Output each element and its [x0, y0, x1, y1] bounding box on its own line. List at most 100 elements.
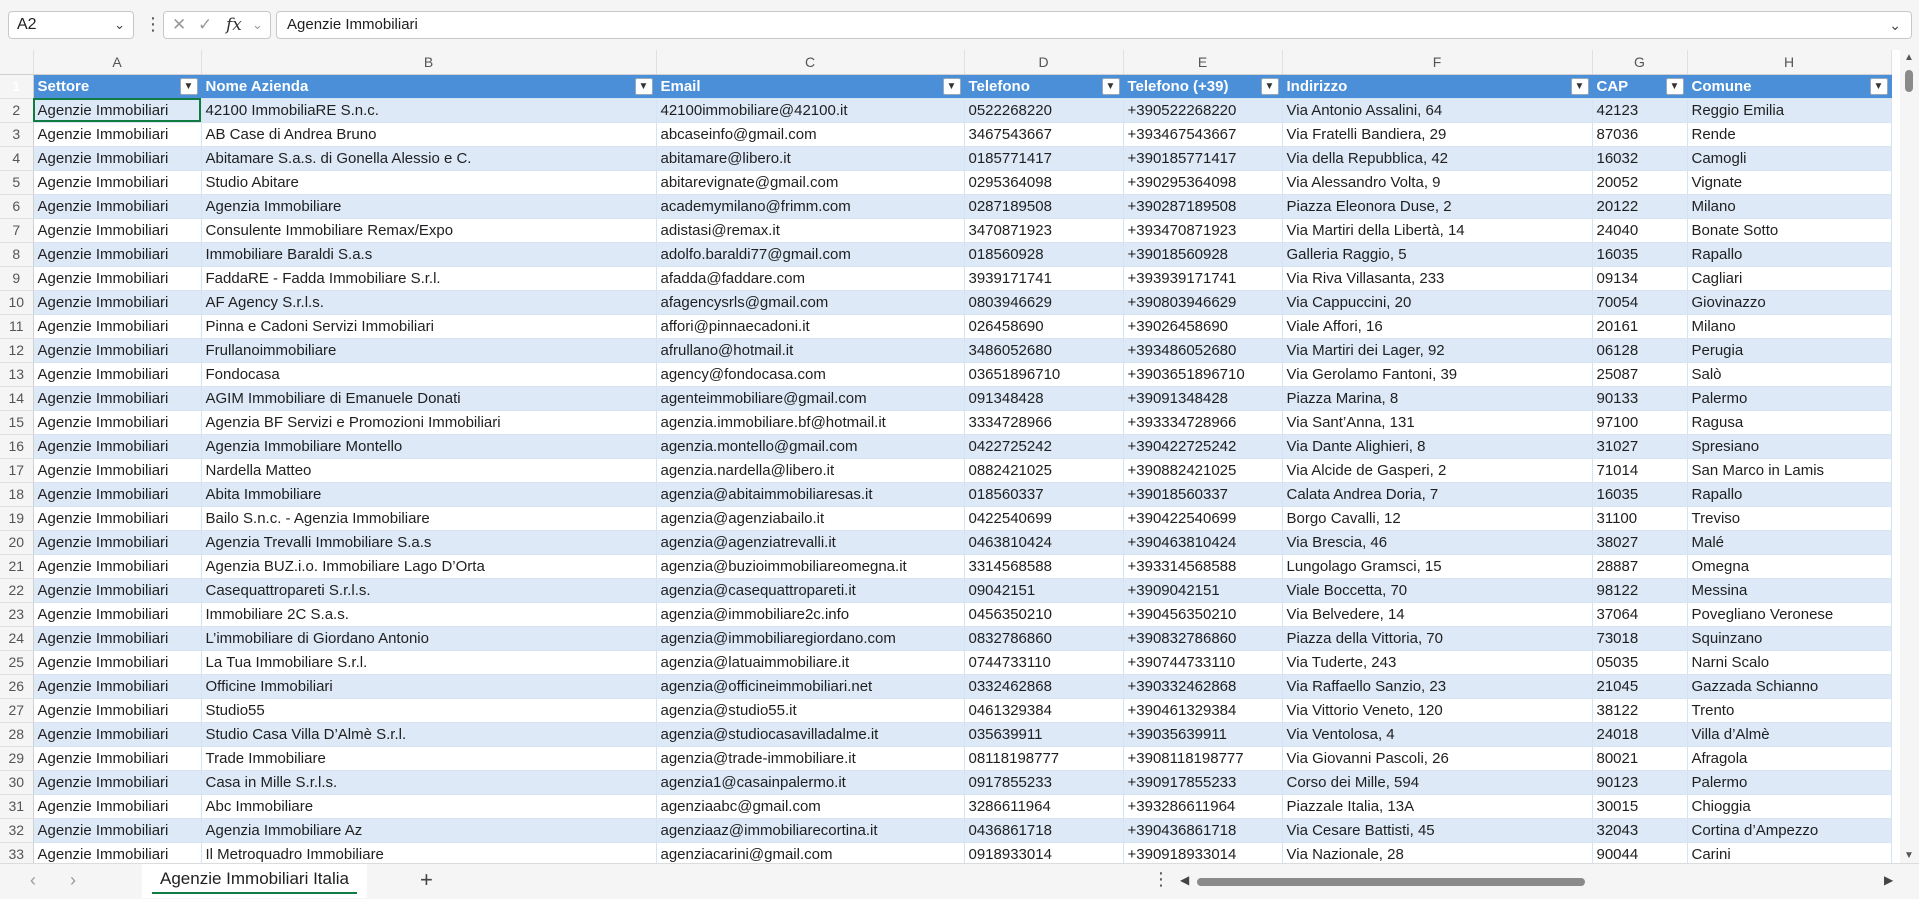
- cell[interactable]: Via Cappuccini, 20: [1282, 290, 1593, 315]
- cell[interactable]: +390744733110: [1123, 650, 1283, 675]
- row-number[interactable]: 11: [0, 314, 34, 339]
- close-icon[interactable]: ✕: [172, 12, 186, 38]
- cell[interactable]: Agenzie Immobiliari: [33, 386, 202, 411]
- cell[interactable]: Afragola: [1687, 746, 1892, 771]
- name-box[interactable]: A2 ⌄: [8, 11, 134, 39]
- cell[interactable]: agenzia@trade-immobiliare.it: [656, 746, 965, 771]
- cell[interactable]: agenzia@studiocasavilladalme.it: [656, 722, 965, 747]
- cell[interactable]: +393939171741: [1123, 266, 1283, 291]
- cell[interactable]: +39026458690: [1123, 314, 1283, 339]
- cell[interactable]: Chioggia: [1687, 794, 1892, 819]
- expand-formula-icon[interactable]: ⌄: [1889, 12, 1901, 38]
- cell[interactable]: +393486052680: [1123, 338, 1283, 363]
- row-number[interactable]: 22: [0, 578, 34, 603]
- next-sheet-icon[interactable]: ›: [70, 870, 76, 891]
- cell[interactable]: Spresiano: [1687, 434, 1892, 459]
- cell[interactable]: Agenzia BUZ.i.o. Immobiliare Lago D’Orta: [201, 554, 657, 579]
- cell[interactable]: agenzia.montello@gmail.com: [656, 434, 965, 459]
- filter-dropdown-icon[interactable]: ▼: [1869, 77, 1888, 95]
- cell[interactable]: Bailo S.n.c. - Agenzia Immobiliare: [201, 506, 657, 531]
- cell[interactable]: +390422725242: [1123, 434, 1283, 459]
- cell[interactable]: agenzia@latuaimmobiliare.it: [656, 650, 965, 675]
- row-number[interactable]: 15: [0, 410, 34, 435]
- cell[interactable]: Villa d’Almè: [1687, 722, 1892, 747]
- cell[interactable]: abcaseinfo@gmail.com: [656, 122, 965, 147]
- cell[interactable]: 90133: [1592, 386, 1688, 411]
- more-options-icon[interactable]: ⋮: [144, 12, 162, 36]
- cell[interactable]: Viale Boccetta, 70: [1282, 578, 1593, 603]
- filter-dropdown-icon[interactable]: ▼: [1570, 77, 1589, 95]
- cell[interactable]: Via Raffaello Sanzio, 23: [1282, 674, 1593, 699]
- cell[interactable]: Agenzie Immobiliari: [33, 170, 202, 195]
- cell[interactable]: 0185771417: [964, 146, 1124, 171]
- filter-dropdown-icon[interactable]: ▼: [1101, 77, 1120, 95]
- cell[interactable]: 3486052680: [964, 338, 1124, 363]
- cell[interactable]: agenzia@immobiliaregiordano.com: [656, 626, 965, 651]
- cell[interactable]: +3903651896710: [1123, 362, 1283, 387]
- cell[interactable]: Agenzie Immobiliari: [33, 266, 202, 291]
- cell[interactable]: 018560337: [964, 482, 1124, 507]
- vertical-scroll-thumb[interactable]: [1905, 70, 1913, 92]
- horizontal-scroll-thumb[interactable]: [1197, 878, 1585, 886]
- cell[interactable]: Immobiliare 2C S.a.s.: [201, 602, 657, 627]
- cell[interactable]: Via Antonio Assalini, 64: [1282, 98, 1593, 123]
- cell[interactable]: 09134: [1592, 266, 1688, 291]
- cell[interactable]: 0918933014: [964, 842, 1124, 863]
- cell[interactable]: afrullano@hotmail.it: [656, 338, 965, 363]
- cell[interactable]: 71014: [1592, 458, 1688, 483]
- cell[interactable]: 3286611964: [964, 794, 1124, 819]
- chevron-down-icon[interactable]: ⌄: [114, 12, 125, 38]
- cell[interactable]: agenzia@agenziatrevalli.it: [656, 530, 965, 555]
- row-number[interactable]: 30: [0, 770, 34, 795]
- cell[interactable]: Agenzie Immobiliari: [33, 218, 202, 243]
- cell[interactable]: Corso dei Mille, 594: [1282, 770, 1593, 795]
- cell[interactable]: Via Martiri della Libertà, 14: [1282, 218, 1593, 243]
- cell[interactable]: Ragusa: [1687, 410, 1892, 435]
- filter-dropdown-icon[interactable]: ▼: [179, 77, 198, 95]
- row-number[interactable]: 29: [0, 746, 34, 771]
- cell[interactable]: 28887: [1592, 554, 1688, 579]
- cell[interactable]: 21045: [1592, 674, 1688, 699]
- row-number[interactable]: 1: [0, 74, 34, 99]
- cell[interactable]: Bonate Sotto: [1687, 218, 1892, 243]
- row-number[interactable]: 32: [0, 818, 34, 843]
- cell[interactable]: +390332462868: [1123, 674, 1283, 699]
- cell[interactable]: +390882421025: [1123, 458, 1283, 483]
- more-options-icon[interactable]: ⋮: [1152, 869, 1170, 890]
- cell[interactable]: Abita Immobiliare: [201, 482, 657, 507]
- cell[interactable]: adolfo.baraldi77@gmail.com: [656, 242, 965, 267]
- cell[interactable]: Rapallo: [1687, 482, 1892, 507]
- cell[interactable]: 06128: [1592, 338, 1688, 363]
- cell[interactable]: 0287189508: [964, 194, 1124, 219]
- cell[interactable]: Povegliano Veronese: [1687, 602, 1892, 627]
- row-number[interactable]: 26: [0, 674, 34, 699]
- cell[interactable]: afagencysrls@gmail.com: [656, 290, 965, 315]
- check-icon[interactable]: ✓: [198, 12, 212, 38]
- cell[interactable]: 42100 ImmobiliaRE S.n.c.: [201, 98, 657, 123]
- cell[interactable]: +393334728966: [1123, 410, 1283, 435]
- row-number[interactable]: 27: [0, 698, 34, 723]
- cell[interactable]: agenzia@casequattropareti.it: [656, 578, 965, 603]
- vertical-scrollbar[interactable]: ▲ ▼: [1900, 50, 1919, 863]
- column-header-h[interactable]: H: [1687, 50, 1892, 75]
- cell[interactable]: FaddaRE - Fadda Immobiliare S.r.l.: [201, 266, 657, 291]
- cell[interactable]: Gazzada Schianno: [1687, 674, 1892, 699]
- cell[interactable]: Trade Immobiliare: [201, 746, 657, 771]
- cell[interactable]: Frullanoimmobiliare: [201, 338, 657, 363]
- cell[interactable]: Perugia: [1687, 338, 1892, 363]
- cell[interactable]: 0744733110: [964, 650, 1124, 675]
- row-number[interactable]: 14: [0, 386, 34, 411]
- cell[interactable]: 31100: [1592, 506, 1688, 531]
- horizontal-scrollbar[interactable]: [1195, 878, 1880, 886]
- cell[interactable]: Via Tuderte, 243: [1282, 650, 1593, 675]
- column-header-c[interactable]: C: [656, 50, 965, 75]
- cell[interactable]: +390185771417: [1123, 146, 1283, 171]
- cell[interactable]: Squinzano: [1687, 626, 1892, 651]
- table-header-cell[interactable]: Indirizzo ▼: [1282, 74, 1593, 99]
- row-number[interactable]: 8: [0, 242, 34, 267]
- table-header-cell[interactable]: Telefono (+39) ▼: [1123, 74, 1283, 99]
- row-number[interactable]: 33: [0, 842, 34, 863]
- cell[interactable]: +39035639911: [1123, 722, 1283, 747]
- cell[interactable]: 018560928: [964, 242, 1124, 267]
- cell[interactable]: Casa in Mille S.r.l.s.: [201, 770, 657, 795]
